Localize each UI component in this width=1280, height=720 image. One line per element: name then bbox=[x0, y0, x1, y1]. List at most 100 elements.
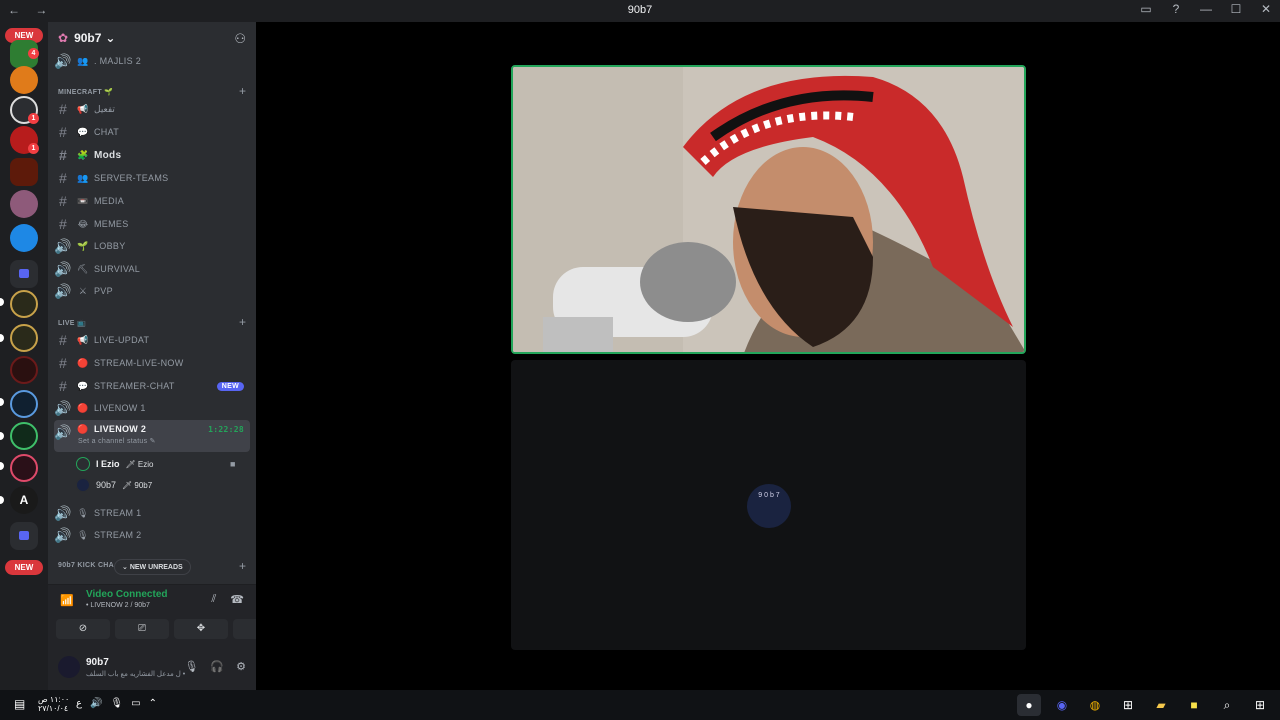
text-channel[interactable]: # 🧩 Mods bbox=[54, 144, 250, 166]
signal-icon[interactable]: 📶 bbox=[60, 594, 74, 607]
text-channel[interactable]: # 🔴 STREAM-LIVE-NOW bbox=[54, 352, 250, 374]
system-clock[interactable]: ١١:٠٠ ص ٢٧/١٠/٠٤ bbox=[38, 695, 69, 713]
windows-start-icon[interactable]: ⊞ bbox=[1248, 694, 1272, 716]
voice-channel[interactable]: 🔊 ⚔ PVP bbox=[54, 280, 250, 302]
unread-pip bbox=[0, 462, 4, 470]
new-unreads-label: NEW UNREADS bbox=[129, 564, 183, 571]
server-icon[interactable] bbox=[10, 356, 38, 384]
new-pill-bottom[interactable]: NEW bbox=[5, 560, 43, 575]
server-icon[interactable] bbox=[10, 224, 38, 252]
gear-icon[interactable]: ⚙ bbox=[236, 660, 246, 673]
user-name: 90b7 bbox=[96, 480, 117, 490]
discord-icon[interactable]: ◉ bbox=[1050, 694, 1074, 716]
server-icon[interactable] bbox=[10, 422, 38, 450]
voice-connection-panel: 📶 Video Connected • LIVENOW 2 / 90b7 ⫽ ☎… bbox=[48, 584, 256, 646]
channel-emoji: 🔴 bbox=[77, 402, 89, 413]
folder-icon[interactable]: ▰ bbox=[1149, 694, 1173, 716]
obs-icon[interactable]: ● bbox=[1017, 694, 1041, 716]
text-channel[interactable]: # 📢 تفعيل bbox=[54, 98, 250, 120]
channel-label: LIVENOW 2 bbox=[94, 424, 147, 434]
channel-emoji: 🔴 bbox=[77, 357, 89, 368]
server-badge-icon: ✿ bbox=[58, 31, 69, 45]
chrome-icon[interactable]: ◍ bbox=[1083, 694, 1107, 716]
language-icon[interactable]: ع bbox=[76, 698, 82, 709]
text-channel[interactable]: # 💬 STREAMER-CHAT NEW bbox=[54, 375, 250, 397]
channel-emoji: 😂 bbox=[77, 218, 89, 229]
channel-label: SURVIVAL bbox=[94, 264, 141, 274]
speaker-icon: 🔊 bbox=[54, 260, 72, 277]
activities-button[interactable]: ✥ bbox=[174, 619, 228, 639]
noise-suppression-icon[interactable]: ⫽ bbox=[211, 593, 216, 606]
close-icon[interactable]: ✕ bbox=[1258, 2, 1274, 16]
voice-channel-active[interactable]: 🔊 🔴 LIVENOW 2 1:22:28 Set a channel stat… bbox=[54, 420, 250, 452]
server-icon[interactable] bbox=[10, 290, 38, 318]
voice-status[interactable]: Video Connected bbox=[86, 589, 168, 600]
server-icon[interactable] bbox=[10, 454, 38, 482]
category-minecraft[interactable]: MINECRAFT 🌱 bbox=[58, 88, 113, 96]
mic-icon[interactable]: 🎙 bbox=[184, 660, 198, 673]
folder-icon[interactable] bbox=[10, 260, 38, 288]
clock-time: ١١:٠٠ ص bbox=[38, 695, 70, 704]
text-channel[interactable]: # 😂 MEMES bbox=[54, 213, 250, 235]
server-icon[interactable] bbox=[10, 158, 38, 186]
add-channel-icon[interactable]: + bbox=[239, 559, 246, 573]
video-tile-90b7[interactable]: 9 0 b 7 bbox=[511, 360, 1026, 650]
headset-icon[interactable]: 🎧 bbox=[210, 660, 224, 673]
server-icon[interactable] bbox=[10, 190, 38, 218]
inbox-icon[interactable]: ▭ bbox=[1138, 2, 1154, 16]
category-kick[interactable]: 90b7 KICK CHA bbox=[58, 562, 114, 569]
soundboard-button[interactable]: ♫ bbox=[233, 619, 256, 639]
add-channel-icon[interactable]: + bbox=[239, 84, 246, 98]
server-icon[interactable]: A bbox=[10, 486, 38, 514]
new-badge: NEW bbox=[216, 381, 244, 391]
invite-icon[interactable]: ⚇ bbox=[234, 31, 246, 47]
voice-user[interactable]: I Ezio 🗡 Ezio ■ bbox=[76, 454, 235, 474]
mic-tray-icon[interactable]: 🎙 bbox=[110, 698, 123, 709]
user-name[interactable]: 90b7 bbox=[86, 657, 109, 668]
voice-channel[interactable]: 🔊 🎙 STREAM 2 bbox=[54, 524, 250, 546]
category-live[interactable]: LIVE 📺 bbox=[58, 319, 86, 327]
voice-channel[interactable]: 🔊 🌱 LOBBY bbox=[54, 235, 250, 257]
voice-channel[interactable]: 🔊 🎙 STREAM 1 bbox=[54, 502, 250, 524]
volume-icon[interactable]: 🔊 bbox=[90, 698, 102, 709]
store-icon[interactable]: ⊞ bbox=[1116, 694, 1140, 716]
text-channel[interactable]: # 💬 CHAT bbox=[54, 121, 250, 143]
screen-share-button[interactable]: ⎚ bbox=[115, 619, 169, 639]
voice-user[interactable]: 90b7 🗡 90b7 bbox=[76, 475, 152, 495]
speaker-icon: 🔊 bbox=[54, 52, 72, 69]
video-tile-ezio[interactable] bbox=[511, 65, 1026, 354]
unread-pip bbox=[0, 298, 4, 306]
maximize-icon[interactable]: ☐ bbox=[1228, 2, 1244, 16]
add-channel-icon[interactable]: + bbox=[239, 315, 246, 329]
help-icon[interactable]: ? bbox=[1168, 2, 1184, 16]
avatar[interactable] bbox=[58, 656, 80, 678]
voice-channel[interactable]: 🔊 🔴 LIVENOW 1 bbox=[54, 397, 250, 419]
minimize-icon[interactable]: — bbox=[1198, 2, 1214, 16]
text-channel[interactable]: # 📢 LIVE-UPDAT bbox=[54, 329, 250, 351]
voice-location[interactable]: • LIVENOW 2 / 90b7 bbox=[86, 602, 150, 609]
mention-badge: 1 bbox=[28, 113, 39, 124]
camera-off-button[interactable]: ⊘ bbox=[56, 619, 110, 639]
channel-emoji: 💬 bbox=[77, 380, 89, 391]
chevron-up-icon[interactable]: ⌃ bbox=[149, 698, 157, 709]
hash-icon: # bbox=[58, 216, 68, 232]
server-icon[interactable] bbox=[10, 324, 38, 352]
channel-sidebar: ✿ 90b7 ⌄ ⚇ 🔊 👥 . MAJLIS 2 MINECRAFT 🌱 + … bbox=[48, 22, 256, 690]
text-channel[interactable]: # 👥 SERVER-TEAMS bbox=[54, 167, 250, 189]
folder-icon[interactable] bbox=[10, 522, 38, 550]
text-channel[interactable]: # 📼 MEDIA bbox=[54, 190, 250, 212]
channel-label: STREAM 1 bbox=[94, 508, 142, 518]
monitor-icon[interactable]: ▭ bbox=[131, 698, 140, 709]
channel-status[interactable]: Set a channel status ✎ bbox=[78, 437, 156, 445]
new-unreads-button[interactable]: ⌄ NEW UNREADS bbox=[114, 559, 191, 575]
title-bar: ← → 90b7 ▭ ? — ☐ ✕ bbox=[0, 0, 1280, 22]
voice-channel[interactable]: 🔊 ⛏ SURVIVAL bbox=[54, 258, 250, 280]
sticky-notes-icon[interactable]: ■ bbox=[1182, 694, 1206, 716]
server-icon[interactable] bbox=[10, 390, 38, 418]
search-icon[interactable]: ⌕ bbox=[1215, 694, 1239, 716]
disconnect-icon[interactable]: ☎ bbox=[230, 593, 244, 606]
notification-icon[interactable]: ▤ bbox=[14, 697, 25, 711]
server-icon[interactable] bbox=[10, 66, 38, 94]
voice-channel[interactable]: 🔊 👥 . MAJLIS 2 bbox=[54, 50, 250, 72]
channel-emoji: 🎙 bbox=[77, 507, 89, 518]
